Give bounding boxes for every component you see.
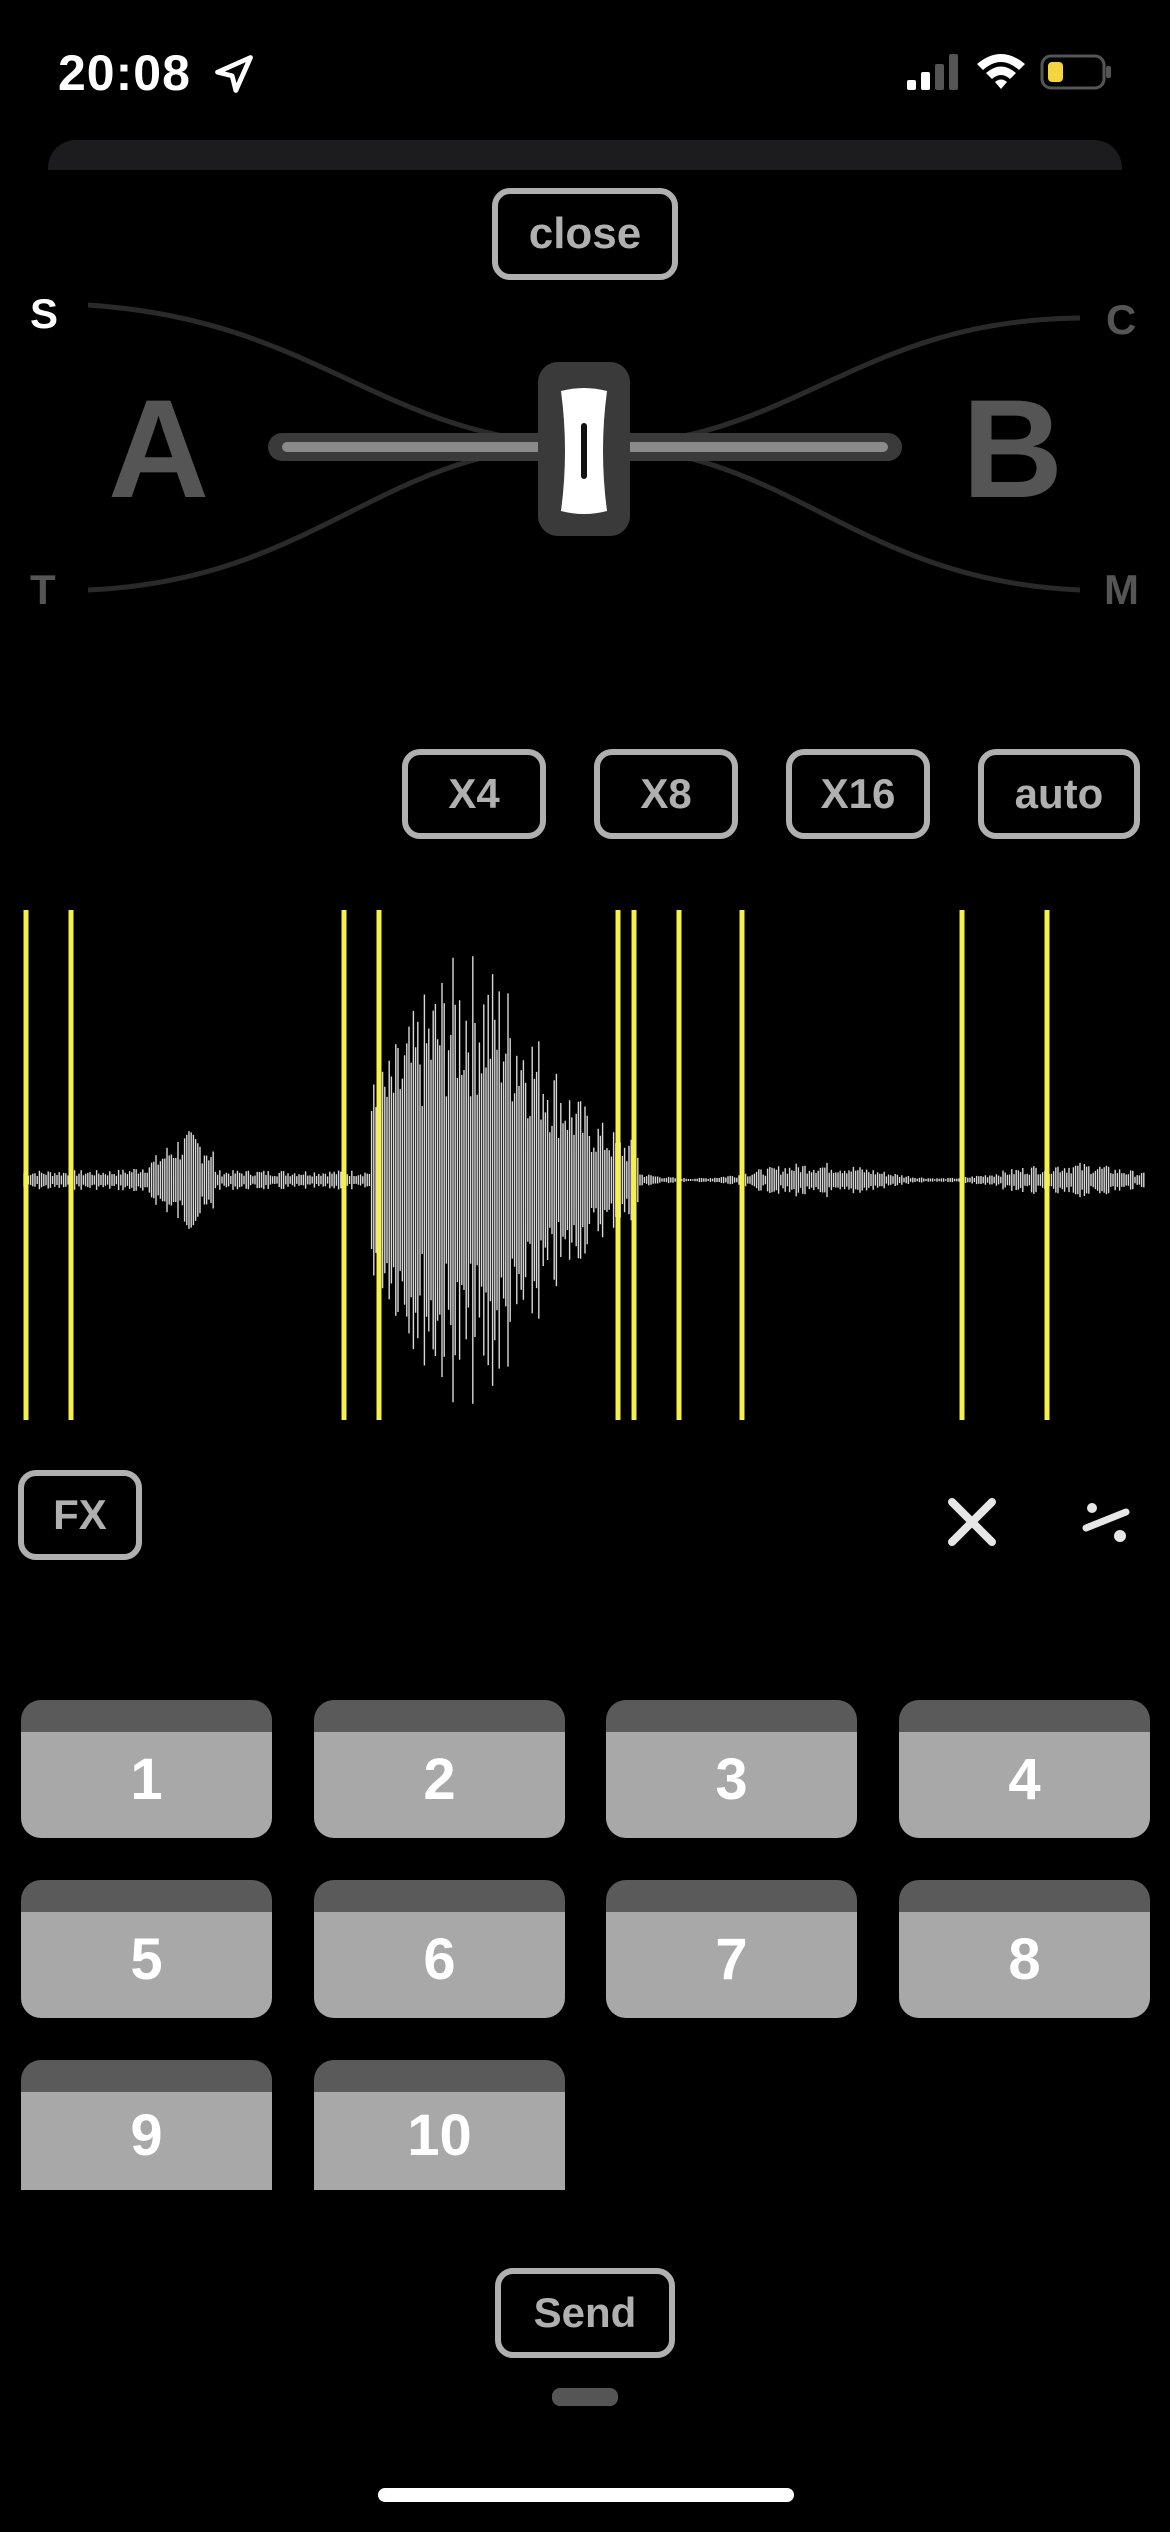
sheet-grabber-area <box>48 140 1122 170</box>
pad-9[interactable]: 9 <box>21 2060 272 2190</box>
pad-2[interactable]: 2 <box>314 1700 565 1838</box>
home-indicator <box>378 2488 794 2502</box>
pad-5[interactable]: 5 <box>21 1880 272 2018</box>
pad-8[interactable]: 8 <box>899 1880 1150 2018</box>
deck-a-label: A <box>108 370 210 527</box>
pad-7[interactable]: 7 <box>606 1880 857 2018</box>
corner-label-t: T <box>30 566 56 613</box>
loop-x8-button[interactable]: X8 <box>594 749 738 839</box>
crossfader-knob-cap <box>561 388 607 514</box>
close-button[interactable]: close <box>492 188 678 280</box>
pad-10[interactable]: 10 <box>314 2060 565 2190</box>
pad-4[interactable]: 4 <box>899 1700 1150 1838</box>
send-button[interactable]: Send <box>495 2268 675 2358</box>
corner-label-m: M <box>1104 566 1139 613</box>
status-time: 20:08 <box>58 45 191 101</box>
cellular-signal-icon <box>907 54 958 90</box>
waveform-samples <box>23 956 1145 1404</box>
deck-b-label: B <box>962 370 1064 527</box>
pad-3[interactable]: 3 <box>606 1700 857 1838</box>
corner-label-c: C <box>1106 296 1137 343</box>
fx-button[interactable]: FX <box>18 1470 142 1560</box>
clear-x-icon[interactable] <box>944 1494 1000 1550</box>
location-arrow-icon <box>215 55 253 93</box>
battery-low-icon <box>1040 54 1111 90</box>
pad-1[interactable]: 1 <box>21 1700 272 1838</box>
pad-6[interactable]: 6 <box>314 1880 565 2018</box>
corner-label-s: S <box>30 290 59 337</box>
audio-waveform[interactable] <box>0 908 1170 1422</box>
wifi-icon <box>977 54 1025 89</box>
drawer-handle[interactable] <box>552 2388 618 2406</box>
loop-x4-button[interactable]: X4 <box>402 749 546 839</box>
loop-x16-button[interactable]: X16 <box>786 749 930 839</box>
percent-icon[interactable] <box>1078 1494 1134 1550</box>
loop-auto-button[interactable]: auto <box>978 749 1140 839</box>
